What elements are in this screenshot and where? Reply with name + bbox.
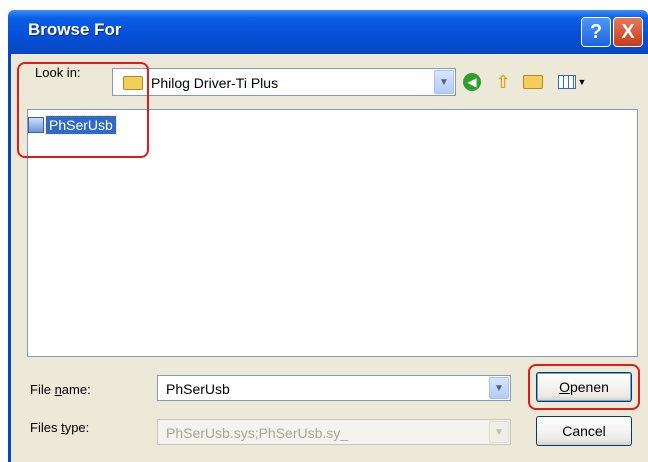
list-item[interactable]: PhSerUsb bbox=[28, 115, 117, 135]
new-folder-icon[interactable] bbox=[522, 71, 544, 93]
file-type-dropdown[interactable]: PhSerUsb.sys;PhSerUsb.sy_ ▼ bbox=[157, 419, 511, 445]
window-title: Browse For bbox=[28, 20, 122, 39]
look-in-value: Philog Driver-Ti Plus bbox=[151, 75, 279, 91]
file-type-label: Files type: bbox=[30, 420, 90, 435]
up-folder-icon[interactable]: ⇧ bbox=[492, 71, 514, 93]
look-in-label: Look in: bbox=[35, 65, 81, 80]
close-button[interactable]: X bbox=[613, 17, 643, 47]
chevron-down-icon[interactable]: ▼ bbox=[434, 70, 454, 94]
look-in-dropdown[interactable]: Philog Driver-Ti Plus ▼ bbox=[112, 68, 456, 96]
file-name-label: File name: bbox=[30, 382, 91, 397]
file-item-label: PhSerUsb bbox=[45, 115, 117, 135]
chevron-down-icon[interactable]: ▼ bbox=[489, 421, 509, 443]
folder-icon bbox=[123, 76, 143, 90]
file-list[interactable]: PhSerUsb bbox=[27, 109, 638, 357]
chevron-down-icon[interactable]: ▼ bbox=[489, 377, 509, 399]
help-button[interactable]: ? bbox=[581, 17, 611, 47]
file-name-field[interactable]: PhSerUsb ▼ bbox=[157, 375, 511, 401]
views-menu-icon[interactable]: ▼ bbox=[556, 71, 588, 93]
system-file-icon bbox=[28, 117, 44, 133]
open-button[interactable]: Openen bbox=[536, 372, 632, 402]
cancel-button[interactable]: Cancel bbox=[536, 416, 632, 446]
back-icon[interactable]: ◀ bbox=[461, 71, 483, 93]
file-name-value[interactable]: PhSerUsb bbox=[166, 381, 230, 397]
title-bar[interactable]: Browse For ? X bbox=[8, 10, 648, 54]
file-type-value: PhSerUsb.sys;PhSerUsb.sy_ bbox=[166, 425, 349, 441]
